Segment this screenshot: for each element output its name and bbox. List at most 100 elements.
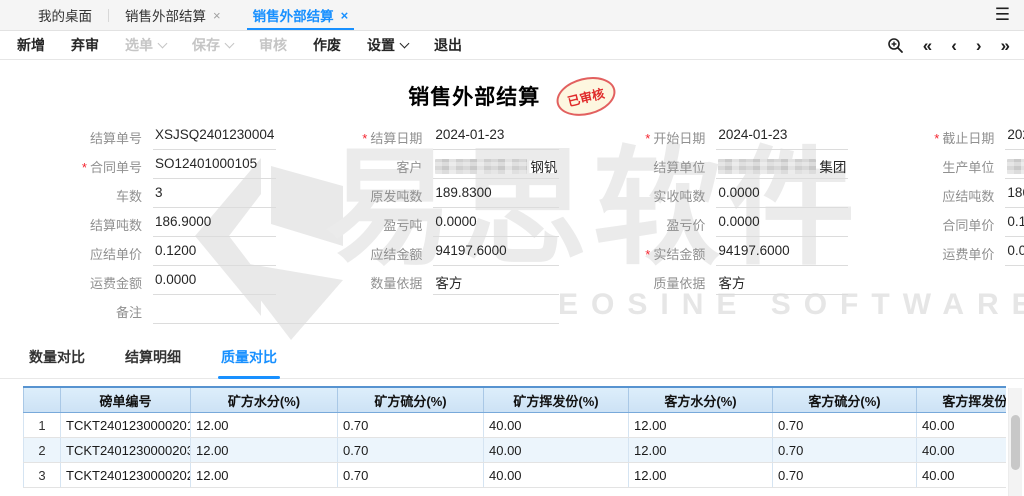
freight-price-input[interactable]: 0.0000 xyxy=(1005,241,1024,266)
cell-customer-sulfur[interactable]: 0.70 xyxy=(773,438,917,463)
close-icon[interactable]: × xyxy=(213,9,221,22)
settled-tons-input[interactable]: 186.9000 xyxy=(153,212,276,237)
settlement-unit-input[interactable]: 集团 xyxy=(716,154,848,179)
profit-loss-price-input[interactable]: 0.0000 xyxy=(716,212,848,237)
field-settlement-no: 结算单号 XSJSQ2401230004 xyxy=(10,123,276,152)
received-tons-input[interactable]: 0.0000 xyxy=(716,183,848,208)
exit-button[interactable]: 退出 xyxy=(421,35,475,55)
header-mine-sulfur[interactable]: 矿方硫分(%) xyxy=(338,387,484,413)
payable-tons-input[interactable]: 186.9000 xyxy=(1005,183,1024,208)
redacted-text xyxy=(435,159,527,174)
tab-sales-external-settlement-1[interactable]: 销售外部结算 × xyxy=(109,0,237,30)
field-freight-amount: 运费金额 0.0000 xyxy=(10,268,276,297)
table-vertical-scrollbar[interactable] xyxy=(1008,388,1022,496)
settlement-no-input[interactable]: XSJSQ2401230004 xyxy=(153,125,276,150)
chevron-down-icon xyxy=(225,39,235,49)
cell-customer-volatile[interactable]: 40.00 xyxy=(917,463,1007,488)
table-row[interactable]: 3 TCKT2401230000202 12.00 0.70 40.00 12.… xyxy=(24,463,1007,488)
profit-loss-tons-input[interactable]: 0.0000 xyxy=(433,212,559,237)
previous-record-icon[interactable]: ‹ xyxy=(951,37,957,54)
header-row-number[interactable] xyxy=(24,387,61,413)
new-button[interactable]: 新增 xyxy=(4,35,58,55)
field-freight-price: 运费单价 0.0000 xyxy=(862,239,1024,268)
cell-mine-moisture[interactable]: 12.00 xyxy=(191,413,338,438)
cell-customer-moisture[interactable]: 12.00 xyxy=(629,463,773,488)
cell-weighbill-no[interactable]: TCKT2401230000202 xyxy=(61,463,191,488)
unapprove-button[interactable]: 弃审 xyxy=(58,35,112,55)
production-unit-input[interactable]: 分公司 xyxy=(1005,154,1024,179)
field-settled-tons: 结算吨数 186.9000 xyxy=(10,210,276,239)
tab-sales-external-settlement-2[interactable]: 销售外部结算 × xyxy=(237,0,365,30)
tab-settlement-detail[interactable]: 结算明细 xyxy=(110,339,196,378)
settings-button[interactable]: 设置 xyxy=(354,35,421,55)
zoom-search-icon[interactable] xyxy=(887,37,904,54)
cell-customer-sulfur[interactable]: 0.70 xyxy=(773,463,917,488)
settled-amount-input[interactable]: 94197.6000 xyxy=(716,241,848,266)
table-header-row: 磅单编号 矿方水分(%) 矿方硫分(%) 矿方挥发份(%) 客方水分(%) 客方… xyxy=(24,387,1007,413)
first-record-icon[interactable]: « xyxy=(923,37,932,54)
settlement-date-input[interactable]: 2024-01-23 xyxy=(433,125,559,150)
start-date-input[interactable]: 2024-01-23 xyxy=(716,125,848,150)
tab-label: 销售外部结算 xyxy=(253,5,334,25)
cell-customer-volatile[interactable]: 40.00 xyxy=(917,413,1007,438)
save-button: 保存 xyxy=(179,35,246,55)
table-row[interactable]: 1 TCKT2401230000201 12.00 0.70 40.00 12.… xyxy=(24,413,1007,438)
field-original-tons: 原发吨数 189.8300 xyxy=(290,181,559,210)
header-customer-volatile[interactable]: 客方挥发份(%) xyxy=(917,387,1007,413)
cell-customer-moisture[interactable]: 12.00 xyxy=(629,413,773,438)
header-mine-volatile[interactable]: 矿方挥发份(%) xyxy=(484,387,629,413)
field-remarks: 备注 xyxy=(10,297,559,326)
required-asterisk: * xyxy=(82,160,87,175)
tab-quality-comparison[interactable]: 质量对比 xyxy=(206,339,292,378)
hamburger-menu-icon[interactable]: ☰ xyxy=(995,5,1010,25)
table-row[interactable]: 2 TCKT2401230000203 12.00 0.70 40.00 12.… xyxy=(24,438,1007,463)
approved-stamp: 已审核 xyxy=(553,71,620,121)
cell-weighbill-no[interactable]: TCKT2401230000201 xyxy=(61,413,191,438)
cell-mine-volatile[interactable]: 40.00 xyxy=(484,438,629,463)
tab-my-desktop[interactable]: 我的桌面 xyxy=(22,0,108,30)
customer-input[interactable]: 钢钒 xyxy=(433,154,559,179)
payable-amount-input[interactable]: 94197.6000 xyxy=(433,241,559,266)
next-record-icon[interactable]: › xyxy=(976,37,982,54)
cell-mine-moisture[interactable]: 12.00 xyxy=(191,463,338,488)
header-customer-moisture[interactable]: 客方水分(%) xyxy=(629,387,773,413)
cell-mine-volatile[interactable]: 40.00 xyxy=(484,463,629,488)
quality-basis-input[interactable]: 客方 xyxy=(716,270,848,295)
cell-customer-volatile[interactable]: 40.00 xyxy=(917,438,1007,463)
field-customer: 客户 钢钒 xyxy=(290,152,559,181)
approve-button: 审核 xyxy=(246,35,300,55)
cell-weighbill-no[interactable]: TCKT2401230000203 xyxy=(61,438,191,463)
payable-price-input[interactable]: 0.1200 xyxy=(153,241,276,266)
scrollbar-thumb[interactable] xyxy=(1011,415,1020,470)
freight-amount-input[interactable]: 0.0000 xyxy=(153,270,276,295)
toolbar: 新增 弃审 选单 保存 审核 作废 设置 退出 « ‹ › » xyxy=(0,31,1024,60)
header-weighbill-no[interactable]: 磅单编号 xyxy=(61,387,191,413)
cell-mine-sulfur[interactable]: 0.70 xyxy=(338,438,484,463)
close-icon[interactable]: × xyxy=(341,9,349,22)
contract-price-input[interactable]: 0.1200 xyxy=(1005,212,1024,237)
app-window: 我的桌面 销售外部结算 × 销售外部结算 × ☰ 新增 弃审 选单 保存 审核 … xyxy=(0,0,1024,496)
vehicle-count-input[interactable]: 3 xyxy=(153,183,276,208)
void-button[interactable]: 作废 xyxy=(300,35,354,55)
original-tons-input[interactable]: 189.8300 xyxy=(433,183,559,208)
cell-mine-sulfur[interactable]: 0.70 xyxy=(338,463,484,488)
contract-no-input[interactable]: SO12401000105 xyxy=(153,154,276,179)
tab-label: 我的桌面 xyxy=(38,5,92,25)
cell-customer-sulfur[interactable]: 0.70 xyxy=(773,413,917,438)
field-payable-price: 应结单价 0.1200 xyxy=(10,239,276,268)
field-contract-no: *合同单号 SO12401000105 xyxy=(10,152,276,181)
end-date-input[interactable]: 2024-02-02 xyxy=(1005,125,1024,150)
redacted-text xyxy=(1007,159,1024,174)
header-mine-moisture[interactable]: 矿方水分(%) xyxy=(191,387,338,413)
field-quantity-basis: 数量依据 客方 xyxy=(290,268,559,297)
tab-quantity-comparison[interactable]: 数量对比 xyxy=(14,339,100,378)
cell-mine-moisture[interactable]: 12.00 xyxy=(191,438,338,463)
detail-tab-bar: 数量对比 结算明细 质量对比 xyxy=(0,342,1024,379)
quantity-basis-input[interactable]: 客方 xyxy=(433,270,559,295)
cell-mine-sulfur[interactable]: 0.70 xyxy=(338,413,484,438)
cell-customer-moisture[interactable]: 12.00 xyxy=(629,438,773,463)
cell-mine-volatile[interactable]: 40.00 xyxy=(484,413,629,438)
last-record-icon[interactable]: » xyxy=(1001,37,1010,54)
remarks-input[interactable] xyxy=(153,299,559,324)
header-customer-sulfur[interactable]: 客方硫分(%) xyxy=(773,387,917,413)
